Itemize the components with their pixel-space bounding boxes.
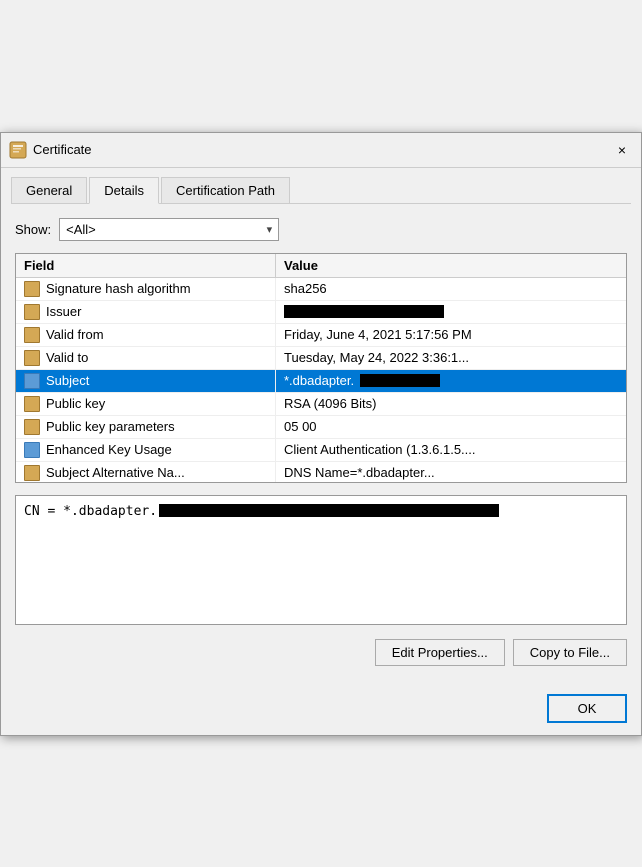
table-row[interactable]: Issuer (16, 301, 626, 324)
field-name: Valid to (46, 350, 88, 365)
table-row[interactable]: Signature hash algorithm sha256 (16, 278, 626, 301)
redacted-detail (159, 504, 499, 517)
show-dropdown[interactable]: <All> ▾ (59, 218, 279, 241)
table-row-selected[interactable]: Subject *.dbadapter. (16, 370, 626, 393)
field-name: Subject (46, 373, 89, 388)
field-cell: Public key (16, 393, 276, 415)
detail-text: CN = *.dbadapter. (24, 504, 157, 519)
field-name: Signature hash algorithm (46, 281, 191, 296)
field-icon (24, 281, 40, 297)
table-row[interactable]: Enhanced Key Usage Client Authentication… (16, 439, 626, 462)
redacted-value (360, 374, 440, 387)
field-value: 05 00 (284, 419, 317, 434)
fields-table: Field Value Signature hash algorithm sha… (15, 253, 627, 483)
value-cell: 05 00 (276, 416, 626, 438)
field-name: Valid from (46, 327, 104, 342)
tab-general[interactable]: General (11, 177, 87, 204)
field-value: *.dbadapter. (284, 373, 354, 388)
field-icon (24, 465, 40, 481)
field-value: Friday, June 4, 2021 5:17:56 PM (284, 327, 472, 342)
field-value: DNS Name=*.dbadapter... (284, 465, 435, 480)
col-field: Field (16, 254, 276, 277)
redacted-value (284, 305, 444, 318)
value-cell: *.dbadapter. (276, 370, 626, 392)
field-cell: Valid from (16, 324, 276, 346)
detail-content: CN = *.dbadapter. (24, 504, 618, 519)
edit-properties-button[interactable]: Edit Properties... (375, 639, 505, 666)
action-buttons: Edit Properties... Copy to File... (15, 639, 627, 666)
title-bar-left: Certificate (9, 141, 92, 159)
table-row[interactable]: Valid from Friday, June 4, 2021 5:17:56 … (16, 324, 626, 347)
close-button[interactable]: × (611, 139, 633, 161)
field-cell: Subject (16, 370, 276, 392)
value-cell: Client Authentication (1.3.6.1.5.... (276, 439, 626, 461)
show-value: <All> (66, 222, 96, 237)
certificate-dialog: Certificate × General Details Certificat… (0, 132, 642, 736)
col-value: Value (276, 254, 626, 277)
field-icon (24, 419, 40, 435)
tab-details[interactable]: Details (89, 177, 159, 204)
field-cell: Subject Alternative Na... (16, 462, 276, 483)
chevron-down-icon: ▾ (267, 223, 273, 236)
table-header: Field Value (16, 254, 626, 278)
tab-cert-path[interactable]: Certification Path (161, 177, 290, 204)
field-icon (24, 304, 40, 320)
field-name: Enhanced Key Usage (46, 442, 172, 457)
ok-row: OK (1, 694, 641, 735)
field-icon (24, 350, 40, 366)
field-icon (24, 442, 40, 458)
field-value: Client Authentication (1.3.6.1.5.... (284, 442, 476, 457)
title-bar: Certificate × (1, 133, 641, 168)
field-cell: Public key parameters (16, 416, 276, 438)
field-value: Tuesday, May 24, 2022 3:36:1... (284, 350, 469, 365)
table-row[interactable]: Subject Alternative Na... DNS Name=*.dba… (16, 462, 626, 483)
ok-button[interactable]: OK (547, 694, 627, 723)
field-cell: Enhanced Key Usage (16, 439, 276, 461)
table-row[interactable]: Valid to Tuesday, May 24, 2022 3:36:1... (16, 347, 626, 370)
field-cell: Signature hash algorithm (16, 278, 276, 300)
field-icon (24, 327, 40, 343)
tabs-container: General Details Certification Path (1, 168, 641, 203)
field-name: Public key (46, 396, 105, 411)
value-cell: DNS Name=*.dbadapter... (276, 462, 626, 483)
field-value: sha256 (284, 281, 327, 296)
show-label: Show: (15, 222, 51, 237)
field-name: Subject Alternative Na... (46, 465, 185, 480)
value-cell: Friday, June 4, 2021 5:17:56 PM (276, 324, 626, 346)
field-name: Public key parameters (46, 419, 175, 434)
field-name: Issuer (46, 304, 81, 319)
detail-box: CN = *.dbadapter. (15, 495, 627, 625)
value-cell: sha256 (276, 278, 626, 300)
value-cell: Tuesday, May 24, 2022 3:36:1... (276, 347, 626, 369)
field-cell: Valid to (16, 347, 276, 369)
tab-content: Show: <All> ▾ Field Value Signature hash… (1, 204, 641, 694)
cert-icon (9, 141, 27, 159)
value-cell: RSA (4096 Bits) (276, 393, 626, 415)
table-row[interactable]: Public key parameters 05 00 (16, 416, 626, 439)
value-cell (276, 301, 626, 323)
copy-to-file-button[interactable]: Copy to File... (513, 639, 627, 666)
field-icon (24, 373, 40, 389)
dialog-title: Certificate (33, 142, 92, 157)
field-icon (24, 396, 40, 412)
table-row[interactable]: Public key RSA (4096 Bits) (16, 393, 626, 416)
show-row: Show: <All> ▾ (15, 218, 627, 241)
field-value: RSA (4096 Bits) (284, 396, 377, 411)
field-cell: Issuer (16, 301, 276, 323)
